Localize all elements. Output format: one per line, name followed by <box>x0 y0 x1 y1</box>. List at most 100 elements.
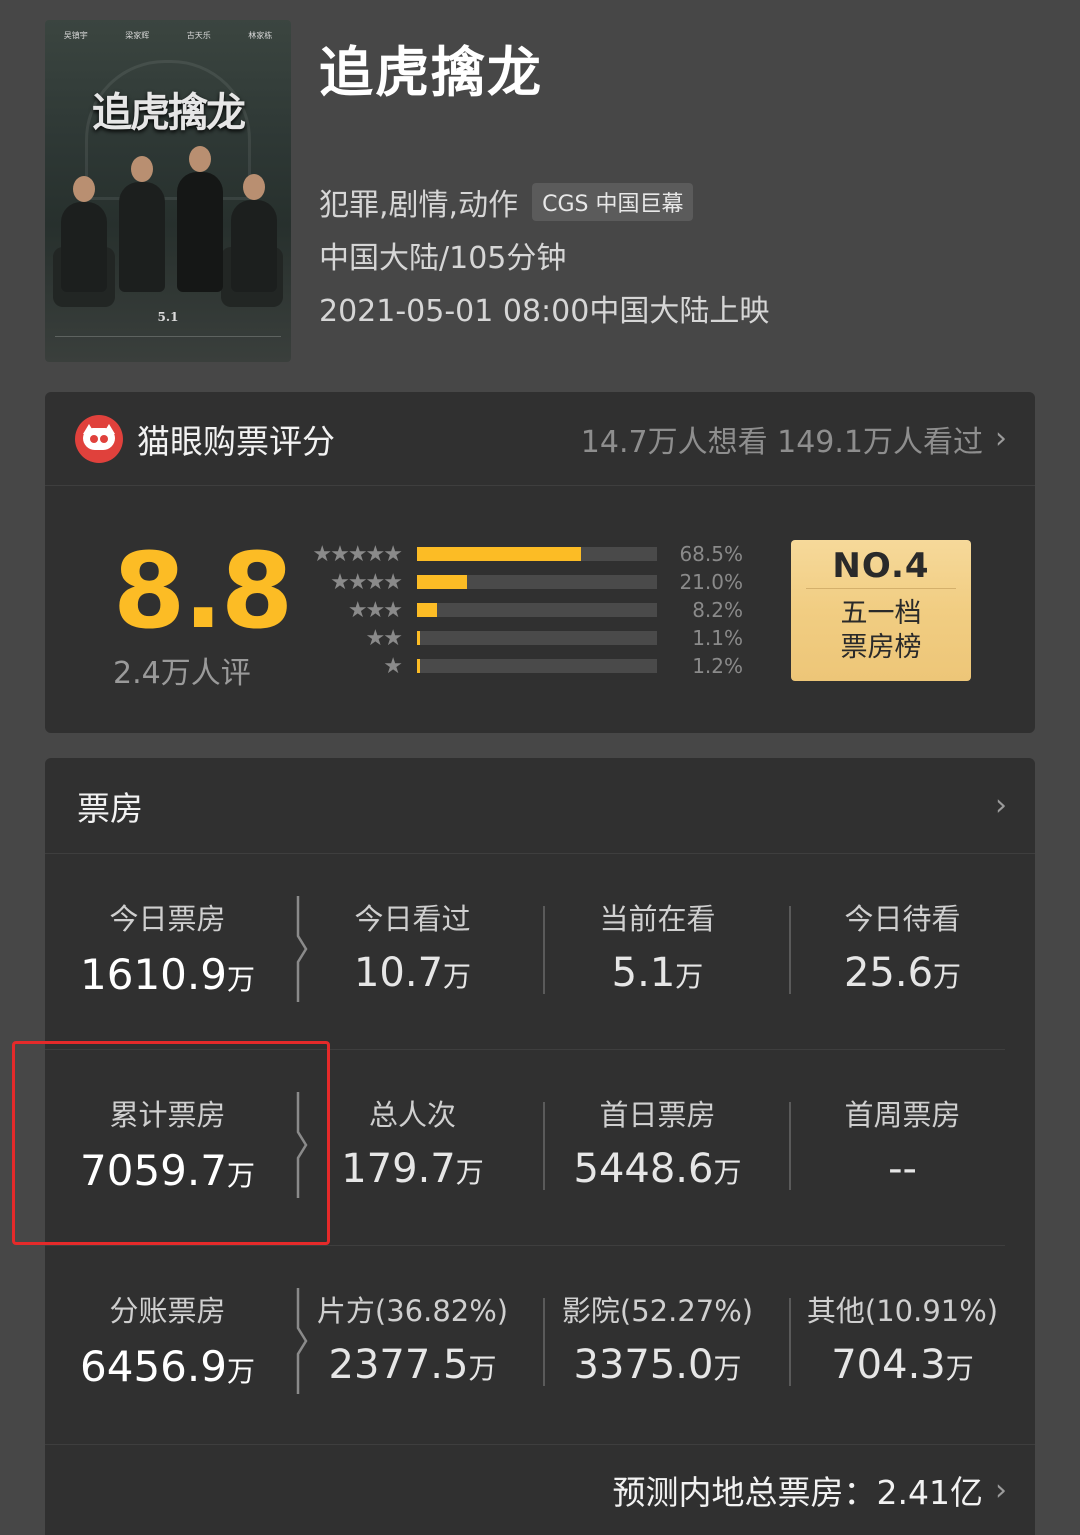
rank-label-line2: 票房榜 <box>840 632 922 663</box>
rating-percent: 21.0% <box>679 570 743 594</box>
poster-cast-name: 古天乐 <box>186 31 211 40</box>
stat-label: 分账票房 <box>109 1294 226 1328</box>
stat-value: 1610.9 <box>80 950 227 999</box>
rating-card: 猫眼购票评分 14.7万人想看 149.1万人看过 › 8.8 2.4万人评 ★… <box>45 392 1035 733</box>
movie-region-runtime: 中国大陆/105分钟 <box>319 241 567 276</box>
poster-figure <box>119 156 165 292</box>
rating-distribution-row: ★★ 1.1% <box>283 624 743 652</box>
column-divider <box>789 1102 791 1190</box>
genre-row: 犯罪,剧情,动作 CGS 中国巨幕 <box>319 180 694 224</box>
stat-unit: 万 <box>226 1355 255 1388</box>
stat-value-wrap: 2377.5万 <box>290 1342 535 1388</box>
column-divider <box>543 1298 545 1386</box>
rating-bar <box>417 575 657 589</box>
rank-divider <box>806 588 956 589</box>
rating-percent: 1.2% <box>692 654 743 678</box>
poster-date: 5.1 <box>157 310 179 324</box>
column-divider <box>789 1298 791 1386</box>
stat-unit: 万 <box>933 960 962 993</box>
rank-badge[interactable]: NO.4 五一档 票房榜 <box>791 540 971 681</box>
column-divider <box>543 906 545 994</box>
boxoffice-stat[interactable]: 今日票房 1610.9万 <box>45 854 290 1050</box>
boxoffice-header[interactable]: 票房 › <box>45 758 1035 854</box>
rating-bar <box>417 603 657 617</box>
boxoffice-stat: 今日看过 10.7万 <box>290 854 535 1050</box>
rating-header[interactable]: 猫眼购票评分 14.7万人想看 149.1万人看过 › <box>45 392 1035 486</box>
stat-unit: 万 <box>455 1156 484 1189</box>
rating-distribution-row: ★★★ 8.2% <box>283 596 743 624</box>
stat-label: 今日看过 <box>354 902 471 936</box>
boxoffice-stat: 首日票房 5448.6万 <box>535 1050 780 1246</box>
poster-cast-name: 吴镇宇 <box>63 31 88 40</box>
rating-distribution-row: ★★★★ 21.0% <box>283 568 743 596</box>
rating-distribution-row: ★ 1.2% <box>283 652 743 680</box>
boxoffice-row: 分账票房 6456.9万 片方(36.82%) 2377.5万 影院(52.27%) 33… <box>45 1246 1035 1442</box>
boxoffice-stat[interactable]: 分账票房 6456.9万 <box>45 1246 290 1442</box>
stat-unit: 万 <box>443 960 472 993</box>
movie-release: 2021-05-01 08:00中国大陆上映 <box>319 294 770 329</box>
stat-unit: 万 <box>675 960 704 993</box>
rating-count: 2.4万人评 <box>113 656 251 691</box>
stat-value-wrap: 3375.0万 <box>535 1342 780 1388</box>
boxoffice-stat: 当前在看 5.1万 <box>535 854 780 1050</box>
chevron-right-icon[interactable]: › <box>995 788 1007 823</box>
rating-percent: 68.5% <box>679 542 743 566</box>
rating-bar-fill <box>417 659 420 673</box>
boxoffice-stat: 其他(10.91%) 704.3万 <box>780 1246 1025 1442</box>
boxoffice-title: 票房 <box>77 788 143 828</box>
stat-value-wrap: 6456.9万 <box>45 1342 290 1391</box>
stat-value: 704.3 <box>831 1342 946 1388</box>
stat-label: 片方(36.82%) <box>316 1294 509 1328</box>
poster-title-art: 追虎擒龙 <box>92 89 246 136</box>
stat-value: 5.1 <box>611 950 676 996</box>
rating-percent: 1.1% <box>692 626 743 650</box>
stat-value-wrap: 5.1万 <box>535 950 780 996</box>
stat-label: 首日票房 <box>599 1098 716 1132</box>
boxoffice-row: 今日票房 1610.9万 今日看过 10.7万 当前在看 5.1万 今日待看 25.6万 <box>45 854 1005 1050</box>
stat-value: 10.7 <box>353 950 444 996</box>
movie-poster[interactable]: 吴镇宇 梁家辉 古天乐 林家栋 追虎擒龙 5.1 <box>45 20 291 362</box>
poster-cast-name: 林家栋 <box>248 31 273 40</box>
poster-credits <box>55 336 281 350</box>
audience-count[interactable]: 14.7万人想看 149.1万人看过 <box>581 417 983 461</box>
rating-bar-fill <box>417 603 437 617</box>
boxoffice-stat: 首周票房 -- <box>780 1050 1025 1246</box>
poster-figure <box>231 174 277 292</box>
stat-value: 5448.6 <box>573 1146 714 1192</box>
rank-label-line1: 五一档 <box>840 598 922 629</box>
stat-value-wrap: -- <box>780 1146 1025 1192</box>
stat-value: 25.6 <box>843 950 934 996</box>
stat-label: 影院(52.27%) <box>561 1294 754 1328</box>
boxoffice-stat: 片方(36.82%) 2377.5万 <box>290 1246 535 1442</box>
stat-value-wrap: 1610.9万 <box>45 950 290 999</box>
poster-cast: 吴镇宇 梁家辉 古天乐 林家栋 <box>45 30 291 41</box>
stat-value: 3375.0 <box>573 1342 714 1388</box>
rating-bar <box>417 659 657 673</box>
poster-figure <box>177 146 223 292</box>
brace-icon <box>295 894 309 1004</box>
stat-unit: 万 <box>468 1352 497 1385</box>
star-rating-icon: ★★★ <box>347 597 403 623</box>
rank-number: NO.4 <box>832 546 930 586</box>
poster-figure <box>61 176 107 292</box>
chevron-right-icon[interactable]: › <box>995 1473 1007 1508</box>
highlight-box <box>12 1041 330 1245</box>
stat-value: 6456.9 <box>80 1342 227 1391</box>
stat-value: -- <box>888 1146 917 1192</box>
rating-source-label: 猫眼购票评分 <box>137 421 335 461</box>
format-tag: CGS 中国巨幕 <box>532 183 694 221</box>
rating-bar <box>417 547 657 561</box>
column-divider <box>543 1102 545 1190</box>
stat-label: 首周票房 <box>844 1098 961 1132</box>
rating-bar <box>417 631 657 645</box>
chevron-right-icon[interactable]: › <box>995 421 1007 456</box>
stat-value: 2377.5 <box>328 1342 469 1388</box>
rating-percent: 8.2% <box>692 598 743 622</box>
movie-title: 追虎擒龙 <box>319 41 543 104</box>
forecast-row[interactable]: 预测内地总票房：2.41亿 › <box>45 1444 1035 1535</box>
stat-unit: 万 <box>945 1352 974 1385</box>
movie-genre: 犯罪,剧情,动作 <box>319 188 519 223</box>
stat-unit: 万 <box>713 1352 742 1385</box>
boxoffice-stat: 影院(52.27%) 3375.0万 <box>535 1246 780 1442</box>
stat-value-wrap: 5448.6万 <box>535 1146 780 1192</box>
